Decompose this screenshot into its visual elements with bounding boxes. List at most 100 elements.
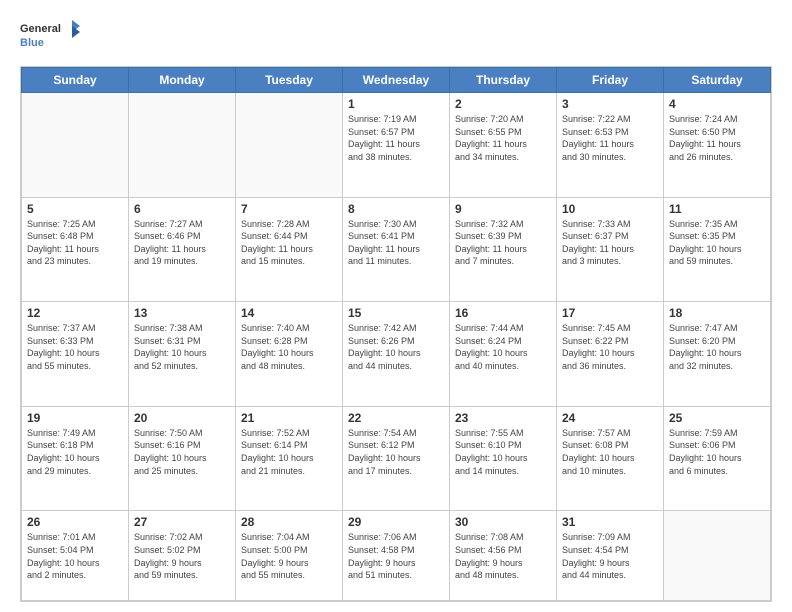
cell-text: and 3 minutes. [562, 255, 658, 268]
cell-text: Sunrise: 7:09 AM [562, 531, 658, 544]
day-number: 15 [348, 306, 444, 320]
cell-text: Sunset: 4:54 PM [562, 544, 658, 557]
day-header-wednesday: Wednesday [343, 68, 450, 93]
cell-text: Daylight: 11 hours [348, 243, 444, 256]
cal-cell: 24 Sunrise: 7:57 AMSunset: 6:08 PMDayligh… [557, 406, 664, 511]
cell-text: Sunrise: 7:47 AM [669, 322, 765, 335]
cell-text: and 7 minutes. [455, 255, 551, 268]
cal-cell: 29Sunrise: 7:06 AMSunset: 4:58 PMDayligh… [343, 511, 450, 601]
day-number: 25 [669, 411, 765, 425]
day-number: 11 [669, 202, 765, 216]
day-number: 19 [27, 411, 123, 425]
cell-text: and 2 minutes. [27, 569, 123, 582]
cell-text: Sunset: 6:08 PM [562, 439, 658, 452]
cal-cell: 26Sunrise: 7:01 AMSunset: 5:04 PMDayligh… [22, 511, 129, 601]
day-number: 20 [134, 411, 230, 425]
cell-text: and 38 minutes. [348, 151, 444, 164]
day-number: 9 [455, 202, 551, 216]
cal-cell: 11 Sunrise: 7:35 AMSunset: 6:35 PMDayligh… [664, 197, 771, 302]
day-number: 28 [241, 515, 337, 529]
cal-cell: 20Sunrise: 7:50 AMSunset: 6:16 PMDayligh… [129, 406, 236, 511]
cell-text: and 34 minutes. [455, 151, 551, 164]
cell-text: Sunrise: 7:02 AM [134, 531, 230, 544]
header: General Blue [20, 18, 772, 56]
cell-text: Sunset: 6:35 PM [669, 230, 765, 243]
cell-text: Daylight: 9 hours [562, 557, 658, 570]
cell-text: and 44 minutes. [562, 569, 658, 582]
cell-text: Sunset: 6:22 PM [562, 335, 658, 348]
logo-icon: General Blue [20, 18, 80, 56]
cell-text: and 17 minutes. [348, 465, 444, 478]
cal-cell: 23Sunrise: 7:55 AMSunset: 6:10 PMDayligh… [450, 406, 557, 511]
cal-cell: 1Sunrise: 7:19 AMSunset: 6:57 PMDaylight… [343, 93, 450, 198]
cell-text: and 6 minutes. [669, 465, 765, 478]
cell-text: Sunrise: 7:49 AM [27, 427, 123, 440]
cell-text: Sunrise: 7:50 AM [134, 427, 230, 440]
cell-text: Sunset: 6:48 PM [27, 230, 123, 243]
cell-text: and 15 minutes. [241, 255, 337, 268]
cell-text: and 32 minutes. [669, 360, 765, 373]
day-number: 14 [241, 306, 337, 320]
cal-cell: 18Sunrise: 7:47 AMSunset: 6:20 PMDayligh… [664, 302, 771, 407]
cell-text: Sunset: 6:57 PM [348, 126, 444, 139]
day-number: 3 [562, 97, 658, 111]
cell-text: Daylight: 11 hours [348, 138, 444, 151]
cell-text: and 55 minutes. [27, 360, 123, 373]
cell-text: Sunrise: 7:22 AM [562, 113, 658, 126]
cell-text: and 10 minutes. [562, 465, 658, 478]
cell-text: Daylight: 10 hours [455, 347, 551, 360]
cell-text: Daylight: 10 hours [241, 452, 337, 465]
cell-text: Daylight: 11 hours [27, 243, 123, 256]
cell-text: Sunset: 6:14 PM [241, 439, 337, 452]
day-number: 23 [455, 411, 551, 425]
cell-text: Daylight: 11 hours [455, 243, 551, 256]
cell-text: Sunset: 6:26 PM [348, 335, 444, 348]
cal-cell: 8Sunrise: 7:30 AMSunset: 6:41 PMDaylight… [343, 197, 450, 302]
cell-text: Daylight: 10 hours [562, 347, 658, 360]
cal-cell: 31 Sunrise: 7:09 AMSunset: 4:54 PMDayligh… [557, 511, 664, 601]
cell-text: Daylight: 10 hours [134, 452, 230, 465]
cal-cell: 16Sunrise: 7:44 AMSunset: 6:24 PMDayligh… [450, 302, 557, 407]
cell-text: Sunrise: 7:24 AM [669, 113, 765, 126]
cell-text: and 26 minutes. [669, 151, 765, 164]
cell-text: Sunset: 6:55 PM [455, 126, 551, 139]
cell-text: Sunrise: 7:04 AM [241, 531, 337, 544]
day-header-thursday: Thursday [450, 68, 557, 93]
day-number: 31 [562, 515, 658, 529]
day-header-saturday: Saturday [664, 68, 771, 93]
cell-text: Sunset: 6:31 PM [134, 335, 230, 348]
cell-text: and 55 minutes. [241, 569, 337, 582]
cal-cell: 6Sunrise: 7:27 AMSunset: 6:46 PMDaylight… [129, 197, 236, 302]
cell-text: Sunrise: 7:55 AM [455, 427, 551, 440]
cell-text: and 59 minutes. [669, 255, 765, 268]
week-row-1: 1Sunrise: 7:19 AMSunset: 6:57 PMDaylight… [22, 93, 771, 198]
cell-text: Sunset: 6:53 PM [562, 126, 658, 139]
cell-text: and 19 minutes. [134, 255, 230, 268]
cell-text: and 25 minutes. [134, 465, 230, 478]
cell-text: Sunset: 4:56 PM [455, 544, 551, 557]
cell-text: Sunset: 6:50 PM [669, 126, 765, 139]
week-row-4: 19Sunrise: 7:49 AMSunset: 6:18 PMDayligh… [22, 406, 771, 511]
cell-text: Daylight: 10 hours [134, 347, 230, 360]
cell-text: Daylight: 10 hours [348, 452, 444, 465]
week-row-5: 26Sunrise: 7:01 AMSunset: 5:04 PMDayligh… [22, 511, 771, 601]
day-number: 2 [455, 97, 551, 111]
cell-text: Daylight: 10 hours [27, 557, 123, 570]
cell-text: Daylight: 10 hours [455, 452, 551, 465]
cell-text: Sunrise: 7:57 AM [562, 427, 658, 440]
cal-cell: 30Sunrise: 7:08 AMSunset: 4:56 PMDayligh… [450, 511, 557, 601]
day-header-tuesday: Tuesday [236, 68, 343, 93]
cell-text: Sunset: 6:33 PM [27, 335, 123, 348]
cell-text: Sunrise: 7:35 AM [669, 218, 765, 231]
cell-text: Sunrise: 7:38 AM [134, 322, 230, 335]
cell-text: Daylight: 10 hours [669, 243, 765, 256]
cell-text: and 29 minutes. [27, 465, 123, 478]
day-header-friday: Friday [557, 68, 664, 93]
day-number: 24 [562, 411, 658, 425]
cell-text: Sunset: 6:39 PM [455, 230, 551, 243]
cell-text: Sunset: 6:12 PM [348, 439, 444, 452]
cell-text: Daylight: 10 hours [562, 452, 658, 465]
cell-text: Sunset: 5:02 PM [134, 544, 230, 557]
day-number: 26 [27, 515, 123, 529]
day-number: 13 [134, 306, 230, 320]
